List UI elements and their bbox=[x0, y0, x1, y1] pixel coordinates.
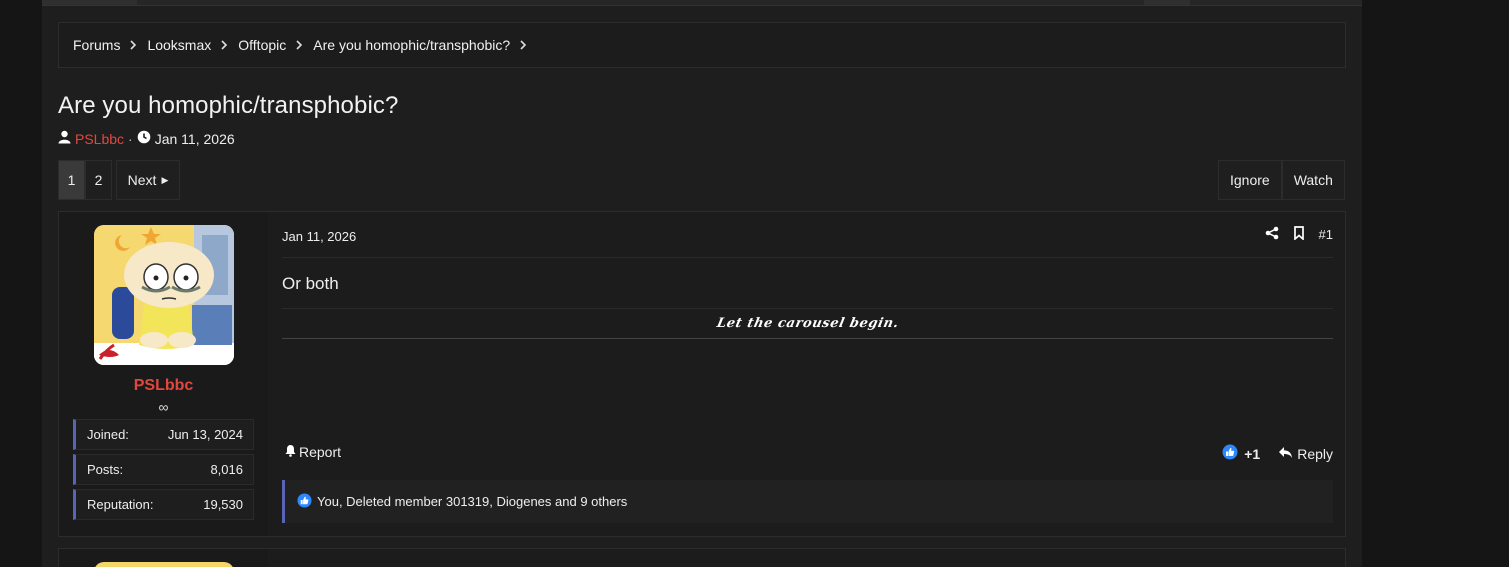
bell-icon bbox=[284, 444, 297, 460]
user-icon bbox=[58, 130, 71, 147]
like-icon bbox=[297, 492, 312, 511]
ignore-button[interactable]: Ignore bbox=[1218, 160, 1282, 200]
top-strip bbox=[42, 0, 1362, 6]
stat-label: Posts: bbox=[87, 462, 124, 477]
user-title: ∞ bbox=[158, 399, 169, 415]
post-main: Jan 11, 2026 #1 Or both Let the carousel… bbox=[282, 212, 1333, 536]
reply-arrow-icon bbox=[1278, 446, 1293, 462]
post-number[interactable]: #1 bbox=[1319, 227, 1333, 242]
stat-value: Jun 13, 2024 bbox=[167, 427, 243, 442]
breadcrumb-item-looksmax[interactable]: Looksmax bbox=[147, 37, 238, 53]
post-signature: Let the carousel begin. bbox=[282, 308, 1333, 339]
thread-author-link[interactable]: PSLbbc bbox=[75, 131, 124, 147]
share-icon[interactable] bbox=[1265, 226, 1279, 243]
stat-posts: Posts: 8,016 bbox=[73, 454, 254, 485]
post-user-pane: PSLbbc ∞ Joined: Jun 13, 2024 Posts: 8,0… bbox=[59, 212, 268, 536]
post-user-pane bbox=[59, 549, 268, 567]
page-1-button[interactable]: 1 bbox=[58, 160, 85, 200]
post-tools: #1 bbox=[1265, 226, 1333, 243]
avatar[interactable] bbox=[94, 225, 234, 365]
breadcrumb: Forums Looksmax Offtopic Are you homophi… bbox=[58, 22, 1346, 68]
stat-value: 8,016 bbox=[210, 462, 243, 477]
like-icon[interactable] bbox=[1222, 444, 1238, 463]
stat-reputation: Reputation: 19,530 bbox=[73, 489, 254, 520]
post-date-link[interactable]: Jan 11, 2026 bbox=[282, 229, 356, 244]
breadcrumb-item-offtopic[interactable]: Offtopic bbox=[238, 37, 313, 53]
stat-joined: Joined: Jun 13, 2024 bbox=[73, 419, 254, 450]
thread-meta: PSLbbc · Jan 11, 2026 bbox=[58, 130, 235, 147]
post: PSLbbc ∞ Joined: Jun 13, 2024 Posts: 8,0… bbox=[58, 211, 1346, 537]
report-link[interactable]: Report bbox=[284, 444, 341, 460]
caret-right-icon: ▶ bbox=[161, 174, 169, 185]
divider bbox=[282, 257, 1333, 258]
post-username[interactable]: PSLbbc bbox=[59, 377, 268, 395]
reactions-summary[interactable]: You, Deleted member 301319, Diogenes and… bbox=[282, 480, 1333, 523]
post-body: Or both bbox=[282, 274, 339, 293]
breadcrumb-label[interactable]: Are you homophic/transphobic? bbox=[313, 37, 510, 53]
chevron-right-icon bbox=[220, 40, 230, 50]
reaction-count[interactable]: +1 bbox=[1244, 446, 1260, 462]
breadcrumb-item-forums[interactable]: Forums bbox=[73, 37, 147, 53]
watch-button[interactable]: Watch bbox=[1281, 160, 1345, 200]
stat-label: Reputation: bbox=[87, 497, 154, 512]
next-post bbox=[58, 548, 1346, 567]
stat-label: Joined: bbox=[87, 427, 129, 442]
reply-button[interactable]: Reply bbox=[1278, 446, 1333, 462]
reply-label: Reply bbox=[1297, 445, 1333, 462]
page-container: Forums Looksmax Offtopic Are you homophi… bbox=[42, 0, 1362, 567]
bookmark-icon[interactable] bbox=[1293, 226, 1305, 243]
stat-value: 19,530 bbox=[203, 497, 243, 512]
breadcrumb-item-thread[interactable]: Are you homophic/transphobic? bbox=[313, 37, 537, 53]
page-2-button[interactable]: 2 bbox=[85, 160, 112, 200]
next-label: Next bbox=[127, 172, 157, 188]
reaction-bar: +1 Reply bbox=[1222, 444, 1333, 463]
avatar[interactable] bbox=[94, 562, 234, 567]
next-page-button[interactable]: Next ▶ bbox=[116, 160, 180, 200]
page-title: Are you homophic/transphobic? bbox=[58, 92, 399, 119]
meta-separator: · bbox=[128, 130, 133, 147]
likes-text[interactable]: You, Deleted member 301319, Diogenes and… bbox=[317, 494, 627, 509]
breadcrumb-label[interactable]: Forums bbox=[73, 37, 120, 53]
chevron-right-icon bbox=[129, 40, 139, 50]
breadcrumb-label[interactable]: Looksmax bbox=[147, 37, 211, 53]
chevron-right-icon bbox=[519, 40, 529, 50]
pagination: 1 2 Next ▶ bbox=[58, 160, 180, 200]
report-label: Report bbox=[299, 444, 342, 460]
signature-text: Let the carousel begin. bbox=[715, 316, 900, 331]
thread-date-link[interactable]: Jan 11, 2026 bbox=[155, 131, 235, 147]
chevron-right-icon bbox=[295, 40, 305, 50]
breadcrumb-label[interactable]: Offtopic bbox=[238, 37, 286, 53]
clock-icon bbox=[137, 130, 151, 147]
thread-actions: Ignore Watch bbox=[1218, 160, 1345, 200]
